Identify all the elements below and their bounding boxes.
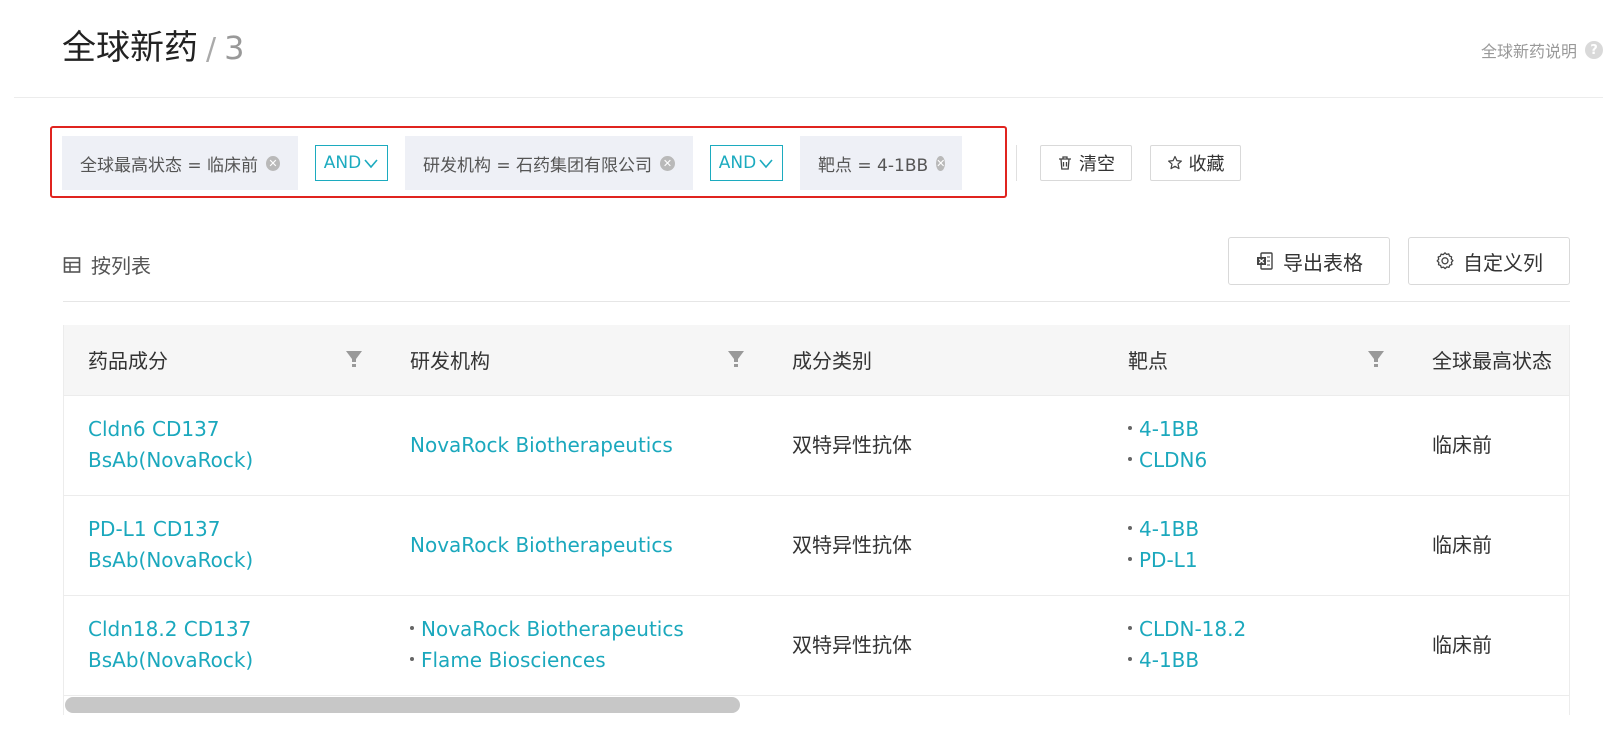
clear-button[interactable]: 清空 <box>1040 145 1132 181</box>
category-text: 双特异性抗体 <box>792 432 912 457</box>
list-item: 4-1BB <box>1128 414 1392 445</box>
column-header-drug: 药品成分 <box>64 325 386 396</box>
help-link-label: 全球新药说明 <box>1480 42 1577 61</box>
custom-columns-label: 自定义列 <box>1463 250 1543 275</box>
column-header-status: 全球最高状态 <box>1408 325 1569 396</box>
funnel-icon[interactable] <box>726 349 746 369</box>
list-item: 4-1BB <box>1128 645 1392 676</box>
custom-columns-button[interactable]: 自定义列 <box>1408 237 1570 285</box>
drug-link[interactable]: Cldn18.2 CD137 BsAb(NovaRock) <box>88 617 253 672</box>
target-link[interactable]: 4-1BB <box>1139 517 1199 541</box>
and-connector-2[interactable]: AND <box>710 145 783 181</box>
gear-icon <box>1436 252 1454 270</box>
target-link[interactable]: PD-L1 <box>1139 548 1198 572</box>
view-mode-label[interactable]: 按列表 <box>63 250 151 279</box>
org-list: NovaRock Biotherapeutics Flame Bioscienc… <box>410 614 752 676</box>
list-item: PD-L1 <box>1128 545 1392 576</box>
and-connector-1[interactable]: AND <box>315 145 388 181</box>
org-link[interactable]: NovaRock Biotherapeutics <box>410 533 673 557</box>
drug-link[interactable]: PD-L1 CD137 BsAb(NovaRock) <box>88 517 253 572</box>
list-item: NovaRock Biotherapeutics <box>410 614 752 645</box>
target-list: 4-1BB CLDN6 <box>1128 414 1392 476</box>
save-button[interactable]: 收藏 <box>1150 145 1241 181</box>
org-link[interactable]: NovaRock Biotherapeutics <box>410 433 673 457</box>
list-item: 4-1BB <box>1128 514 1392 545</box>
page-title-text: 全球新药 <box>62 28 198 68</box>
funnel-icon[interactable] <box>344 349 364 369</box>
save-button-label: 收藏 <box>1188 154 1225 175</box>
scrollbar-thumb[interactable] <box>65 697 740 713</box>
filter-chip-org: 研发机构 = 石药集团有限公司 ✕ <box>405 136 693 190</box>
result-count: 3 <box>224 29 245 67</box>
drug-link[interactable]: Cldn6 CD137 BsAb(NovaRock) <box>88 417 253 472</box>
horizontal-scrollbar[interactable] <box>63 697 1570 713</box>
close-circle-icon[interactable]: ✕ <box>936 155 946 171</box>
list-item: CLDN-18.2 <box>1128 614 1392 645</box>
page-title: 全球新药/3 <box>62 26 244 72</box>
target-link[interactable]: 4-1BB <box>1139 648 1199 672</box>
toolbar-divider <box>1016 145 1017 181</box>
filter-chip-label: 研发机构 = 石药集团有限公司 <box>423 155 653 176</box>
trash-icon <box>1059 156 1071 170</box>
status-text: 临床前 <box>1432 532 1492 557</box>
view-mode-text: 按列表 <box>91 254 151 278</box>
star-icon <box>1167 155 1182 170</box>
column-header-label: 药品成分 <box>88 349 168 374</box>
connector-label: AND <box>718 153 757 173</box>
filter-chip-target: 靶点 = 4-1BB ✕ <box>800 136 962 190</box>
list-item: Flame Biosciences <box>410 645 752 676</box>
title-separator: / <box>206 32 217 67</box>
excel-export-icon <box>1257 252 1273 270</box>
target-list: 4-1BB PD-L1 <box>1128 514 1392 576</box>
target-link[interactable]: CLDN-18.2 <box>1139 617 1246 641</box>
column-header-org: 研发机构 <box>386 325 768 396</box>
column-header-label: 靶点 <box>1128 349 1168 374</box>
category-text: 双特异性抗体 <box>792 632 912 657</box>
status-text: 临床前 <box>1432 432 1492 457</box>
column-header-label: 成分类别 <box>792 349 872 374</box>
close-circle-icon[interactable]: ✕ <box>660 155 675 171</box>
org-link[interactable]: NovaRock Biotherapeutics <box>421 617 684 641</box>
filter-chip-label: 全球最高状态 = 临床前 <box>80 155 259 176</box>
filter-chip-status: 全球最高状态 = 临床前 ✕ <box>62 136 298 190</box>
connector-label: AND <box>323 153 362 173</box>
list-item: CLDN6 <box>1128 445 1392 476</box>
table-header-row: 药品成分 研发机构 成分类别 靶点 全球最高状态 <box>64 325 1569 396</box>
table-icon <box>63 256 81 273</box>
target-link[interactable]: 4-1BB <box>1139 417 1199 441</box>
section-divider <box>63 301 1570 302</box>
table-row: Cldn6 CD137 BsAb(NovaRock) NovaRock Biot… <box>64 395 1569 495</box>
column-header-category: 成分类别 <box>768 325 1104 396</box>
funnel-icon[interactable] <box>1366 349 1386 369</box>
target-list: CLDN-18.2 4-1BB <box>1128 614 1392 676</box>
category-text: 双特异性抗体 <box>792 532 912 557</box>
target-link[interactable]: CLDN6 <box>1139 448 1207 472</box>
help-link[interactable]: 全球新药说明 ? <box>1481 38 1603 62</box>
question-circle-icon: ? <box>1585 41 1603 59</box>
export-table-button[interactable]: 导出表格 <box>1228 237 1390 285</box>
close-circle-icon[interactable]: ✕ <box>266 155 280 171</box>
chevron-down-icon <box>759 159 773 169</box>
export-table-label: 导出表格 <box>1283 250 1363 275</box>
results-table: 药品成分 研发机构 成分类别 靶点 全球最高状态 Cldn6 CD137 BsA… <box>63 325 1570 715</box>
filter-chip-label: 靶点 = 4-1BB <box>818 155 929 176</box>
table-row: Cldn18.2 CD137 BsAb(NovaRock) NovaRock B… <box>64 595 1569 695</box>
status-text: 临床前 <box>1432 632 1492 657</box>
column-header-target: 靶点 <box>1104 325 1408 396</box>
org-link[interactable]: Flame Biosciences <box>421 648 606 672</box>
page-header: 全球新药/3 全球新药说明 ? <box>14 0 1603 98</box>
chevron-down-icon <box>364 159 378 169</box>
column-header-label: 研发机构 <box>410 349 490 374</box>
clear-button-label: 清空 <box>1079 154 1115 175</box>
table-row: PD-L1 CD137 BsAb(NovaRock) NovaRock Biot… <box>64 495 1569 595</box>
filter-conditions-highlight: 全球最高状态 = 临床前 ✕ AND 研发机构 = 石药集团有限公司 ✕ AND… <box>50 126 1007 198</box>
column-header-label: 全球最高状态 <box>1432 349 1552 374</box>
